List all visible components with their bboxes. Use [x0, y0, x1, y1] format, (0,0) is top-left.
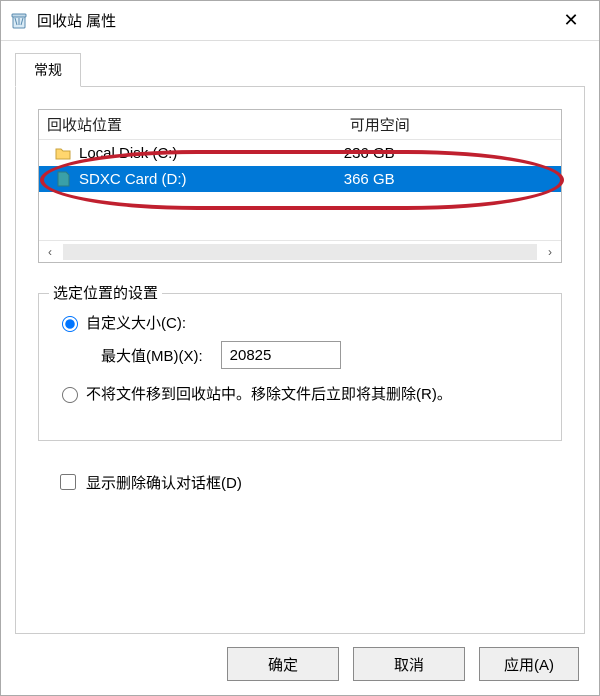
option-custom-size[interactable]: 自定义大小(C):: [57, 312, 543, 333]
ok-button[interactable]: 确定: [227, 647, 339, 681]
list-item-name: Local Disk (C:): [79, 145, 342, 162]
radio-custom-size[interactable]: [62, 316, 78, 332]
drive-icon: [53, 144, 73, 162]
settings-group-title: 选定位置的设置: [49, 282, 162, 303]
close-icon: ✕: [563, 10, 578, 31]
location-list-header: 回收站位置 可用空间: [39, 110, 561, 140]
tab-strip: 常规: [1, 41, 599, 86]
list-item-size: 366 GB: [342, 171, 561, 188]
confirm-delete-checkbox[interactable]: [60, 474, 76, 490]
option-no-recycle-label: 不将文件移到回收站中。移除文件后立即将其删除(R)。: [86, 383, 452, 404]
close-button[interactable]: ✕: [551, 2, 591, 40]
list-item[interactable]: Local Disk (C:) 236 GB: [39, 140, 561, 166]
header-location[interactable]: 回收站位置: [39, 110, 342, 139]
max-size-label: 最大值(MB)(X):: [101, 345, 203, 366]
option-no-recycle[interactable]: 不将文件移到回收站中。移除文件后立即将其删除(R)。: [57, 383, 543, 404]
list-item-size: 236 GB: [342, 145, 561, 162]
confirm-delete-label: 显示删除确认对话框(D): [86, 472, 242, 493]
radio-no-recycle[interactable]: [62, 387, 78, 403]
header-available[interactable]: 可用空间: [342, 110, 561, 139]
tab-general[interactable]: 常规: [15, 53, 81, 87]
location-list-body: Local Disk (C:) 236 GB SDXC Card (D:) 36…: [39, 140, 561, 240]
window-title: 回收站 属性: [37, 10, 551, 31]
option-custom-size-label: 自定义大小(C):: [86, 312, 186, 333]
tab-panel-general: 回收站位置 可用空间 Local Disk (C:) 236 GB: [15, 86, 585, 634]
scroll-right-icon[interactable]: ›: [539, 241, 561, 263]
dialog-buttons: 确定 取消 应用(A): [227, 647, 579, 681]
apply-button[interactable]: 应用(A): [479, 647, 579, 681]
settings-group: 选定位置的设置 自定义大小(C): 最大值(MB)(X): 不将文件移到回收站中…: [38, 293, 562, 441]
horizontal-scrollbar[interactable]: ‹ ›: [39, 240, 561, 262]
location-list: 回收站位置 可用空间 Local Disk (C:) 236 GB: [38, 109, 562, 263]
scroll-left-icon[interactable]: ‹: [39, 241, 61, 263]
max-size-row: 最大值(MB)(X):: [101, 341, 543, 369]
confirm-delete-row[interactable]: 显示删除确认对话框(D): [56, 471, 584, 493]
max-size-input[interactable]: [221, 341, 341, 369]
recycle-bin-icon: [9, 11, 29, 31]
list-item-name: SDXC Card (D:): [79, 171, 342, 188]
recycle-bin-properties-window: 回收站 属性 ✕ 常规 回收站位置 可用空间 Local Disk (C:): [0, 0, 600, 696]
sd-icon: [53, 170, 73, 188]
titlebar: 回收站 属性 ✕: [1, 1, 599, 41]
list-item[interactable]: SDXC Card (D:) 366 GB: [39, 166, 561, 192]
cancel-button[interactable]: 取消: [353, 647, 465, 681]
scroll-track[interactable]: [63, 244, 537, 260]
